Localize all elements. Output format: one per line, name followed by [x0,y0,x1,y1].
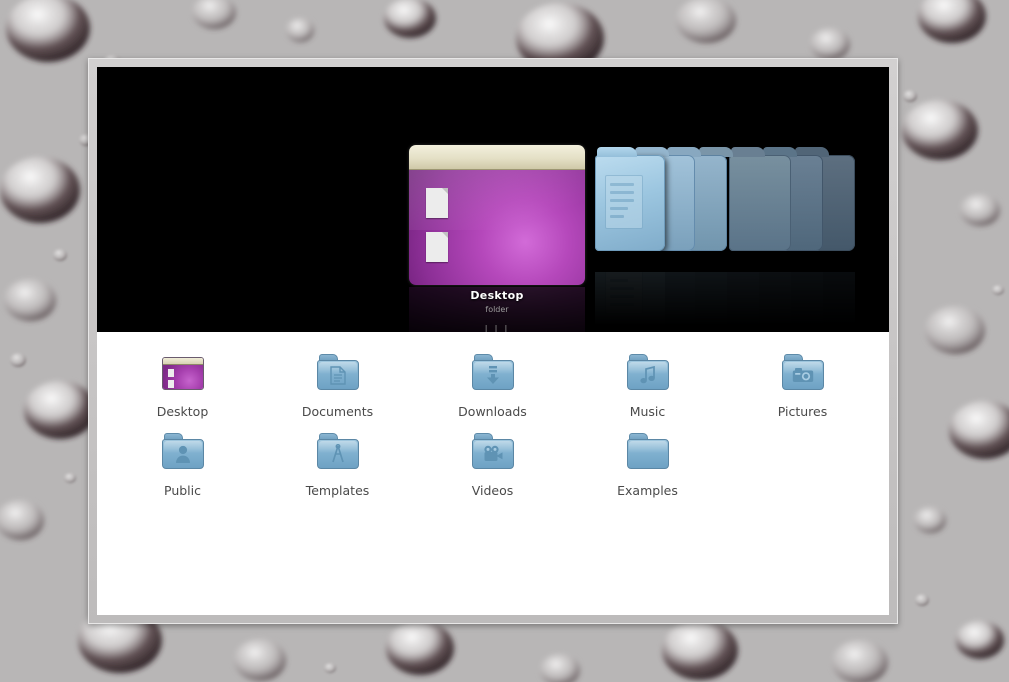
document-line [610,215,624,218]
public-folder-icon [159,429,207,477]
coverflow-panel[interactable]: Desktop folder | | | [97,67,889,332]
preview-body [409,170,585,285]
downloads-folder-icon [469,350,517,398]
grid-item-label: Downloads [458,404,527,419]
preview-document-sheet [426,188,448,218]
folder-tab-icon [597,147,637,157]
grid-item-templates[interactable]: Templates [260,419,415,498]
reflection-fade [595,272,855,332]
music-folder-icon [624,350,672,398]
grid-item-label: Desktop [156,404,209,419]
document-line [610,199,634,202]
mini-sheet [167,380,174,388]
coverflow-stack-reflection [595,272,855,332]
mini-titlebar [162,358,203,365]
folder-shape [626,433,669,469]
music-note-glyph-icon [627,360,669,390]
document-glyph-icon [317,360,359,390]
mini-sheet [167,369,174,377]
coverflow-folder-stack[interactable] [595,147,855,270]
folder-body [626,439,669,469]
download-arrow-glyph-icon [472,360,514,390]
folder-shape [316,433,359,469]
document-line [610,207,628,210]
grid-item-label: Public [164,483,201,498]
folder-gloss [628,441,667,453]
folder-shape [471,433,514,469]
desktop-window-shape [161,357,204,390]
desktop-wallpaper: Desktop folder | | | Desktop Documents D… [0,0,1009,682]
folder-shape [781,354,824,390]
icon-grid-panel[interactable]: Desktop Documents Downloads Music Pictur… [97,332,889,615]
document-glyph-icon [605,175,643,229]
document-line [610,183,634,186]
coverflow-pager-indicator[interactable]: | | | [409,325,585,332]
grid-item-label: Examples [617,483,678,498]
preview-titlebar [409,145,585,170]
videos-folder-icon [469,429,517,477]
folder-shape [471,354,514,390]
desktop-folder-icon [159,350,207,398]
grid-item-documents[interactable]: Documents [260,340,415,419]
folder-shape [316,354,359,390]
icon-grid-row: Desktop Documents Downloads Music Pictur… [97,340,889,419]
grid-item-videos[interactable]: Videos [415,419,570,498]
desktop-folder-preview-icon[interactable] [409,145,585,285]
coverflow-stack-folder-1[interactable] [595,147,665,251]
coverflow-selected-sublabel: folder [485,305,509,314]
grid-item-label: Templates [305,483,370,498]
folder-shape [626,354,669,390]
compass-glyph-icon [317,439,359,469]
grid-item-label: Videos [471,483,514,498]
documents-folder-icon [314,350,362,398]
movie-camera-glyph-icon [472,439,514,469]
folder-shape [161,433,204,469]
grid-item-public[interactable]: Public [105,419,260,498]
camera-glyph-icon [782,360,824,390]
coverflow-selected-label: Desktop [470,289,524,302]
grid-item-music[interactable]: Music [570,340,725,419]
pictures-folder-icon [779,350,827,398]
grid-item-pictures[interactable]: Pictures [725,340,880,419]
grid-item-label: Music [629,404,666,419]
preview-document-sheet [426,232,448,262]
grid-cell-empty [725,419,880,498]
grid-item-desktop[interactable]: Desktop [105,340,260,419]
icon-grid-row: Public Templates Videos Examples [97,419,889,498]
coverflow-selected-item[interactable] [409,145,585,285]
mini-body [162,365,203,389]
examples-folder-icon [624,429,672,477]
window-content: Desktop folder | | | Desktop Documents D… [97,67,889,615]
grid-item-label: Documents [301,404,374,419]
file-browser-window[interactable]: Desktop folder | | | Desktop Documents D… [88,58,898,624]
document-line [610,191,634,194]
grid-item-examples[interactable]: Examples [570,419,725,498]
grid-item-downloads[interactable]: Downloads [415,340,570,419]
person-glyph-icon [162,439,204,469]
grid-item-label: Pictures [777,404,828,419]
templates-folder-icon [314,429,362,477]
